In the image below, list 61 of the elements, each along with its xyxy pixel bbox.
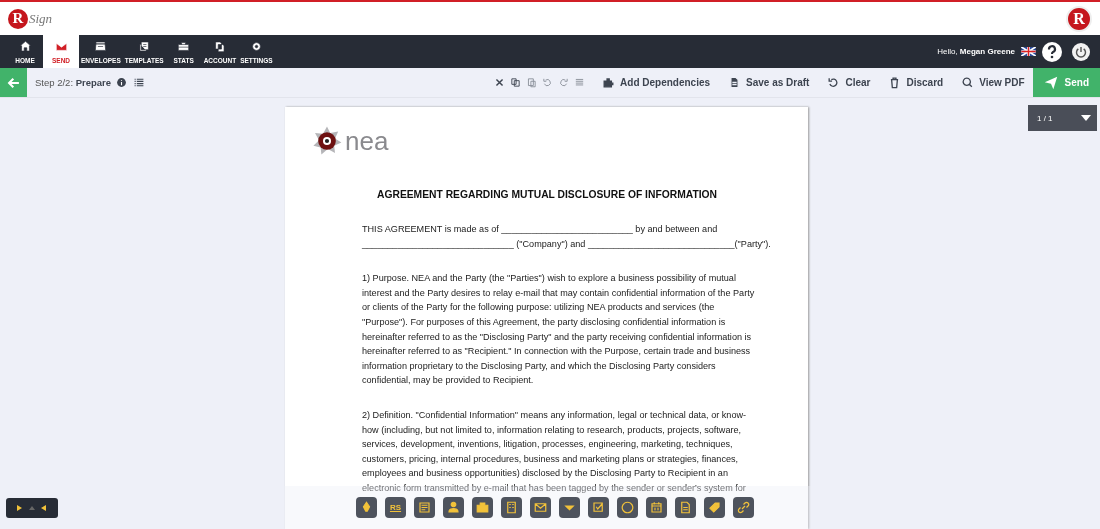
- document-paragraph: 1) Purpose. NEA and the Party (the "Parties") wish to explore a business possibility of mutual interest and the Party desires to relay e-mail that may contain confidential information of the Party or clients of the Party for the following purpose: utilizing NEA products and services (the "Purpose"). For purposes of this Agreement, the party disclosing confidential information is hereinafter referred to as the "Disclosing Party" and the party receiving confidential information is hereinafter referred to as "Recipient." In connection with the Purpose, certain trade and business information proprietary to the Disclosing Party, and which the Disclosing Party considers confidential, may be provided to Recipient.: [362, 272, 756, 388]
- stamp-card-tool[interactable]: [414, 497, 435, 518]
- initials-tool[interactable]: RS: [385, 497, 406, 518]
- copy-icon[interactable]: [510, 77, 522, 88]
- inbox-icon: [94, 39, 108, 53]
- copy-icon: [213, 39, 227, 53]
- gear-logo-icon: [311, 125, 343, 157]
- mail-tool[interactable]: [530, 497, 551, 518]
- rsign-logo: R Sign: [8, 8, 53, 29]
- document-title: AGREEMENT REGARDING MUTUAL DISCLOSURE OF INFORMATION: [377, 189, 718, 200]
- arrow-left-icon: [6, 75, 21, 90]
- file-icon: [678, 500, 693, 515]
- home-icon: [18, 39, 32, 53]
- briefcase-tool[interactable]: [472, 497, 493, 518]
- calendar-tool[interactable]: [646, 497, 667, 518]
- info-icon[interactable]: [116, 77, 128, 88]
- step-label: Step 2/2: Prepare: [35, 77, 112, 88]
- dropdown-tool[interactable]: [559, 497, 580, 518]
- building-icon: [504, 500, 519, 515]
- checkbox-icon: [591, 500, 606, 515]
- mail-icon: [533, 500, 548, 515]
- help-icon[interactable]: [1042, 41, 1062, 62]
- link-tool[interactable]: [733, 497, 754, 518]
- toolbar-button[interactable]: Discard: [882, 76, 950, 89]
- back-button[interactable]: [0, 68, 27, 97]
- document-paragraph: THIS AGREEMENT is made as of __________________________ by and between and ______________________________ ("Company") and _____________________________("Party").: [362, 223, 772, 251]
- building-tool[interactable]: [501, 497, 522, 518]
- page-selector[interactable]: 1 / 1: [1028, 105, 1097, 131]
- tag-tool[interactable]: [704, 497, 725, 518]
- toolbar-button[interactable]: Add Dependencies: [596, 76, 717, 89]
- document-paragraph: 2) Definition. "Confidential Information" means any information, legal or technical data, or know- how (including, but not limited to, information relating to research, products, projects, software, services, development, inventions, litigation, processes, engineering, marketing, techniques, customers, pricing, internal procedures, business and marketing plans or strategies, finances, employees and business opportunities) disclosed by the Disclosing Party to Recipient in an electronic form transmitted by e-mail that has been tagged by the sender or sender's system for: [362, 408, 748, 495]
- toolbar-button[interactable]: Clear: [821, 76, 877, 89]
- toolbar-button[interactable]: Save as Draft: [722, 76, 816, 89]
- person-icon: [446, 500, 461, 515]
- search-icon: [961, 76, 975, 89]
- toolbar-button[interactable]: View PDF: [955, 76, 1031, 89]
- briefcase-icon: [177, 39, 191, 53]
- paper-plane-icon: [1043, 75, 1058, 90]
- checkbox-tool[interactable]: [588, 497, 609, 518]
- radio-icon: [620, 500, 635, 515]
- pen-tool[interactable]: [356, 497, 377, 518]
- arrow-controls[interactable]: [6, 498, 58, 518]
- flag-icon[interactable]: [1021, 47, 1036, 56]
- caret-icon: [1081, 115, 1091, 121]
- radio-tool[interactable]: [617, 497, 638, 518]
- briefcase-icon: [475, 500, 490, 515]
- file-tool[interactable]: [675, 497, 696, 518]
- company-wordmark: nea: [345, 125, 389, 157]
- list-icon[interactable]: [133, 77, 146, 88]
- paste-icon[interactable]: [526, 77, 538, 88]
- brand-badge: R: [1066, 5, 1092, 32]
- stamp-card-icon: [417, 500, 432, 515]
- greeting-text: Hello, Megan Greene: [937, 47, 1015, 56]
- close-icon[interactable]: [494, 77, 506, 88]
- person-tool[interactable]: [443, 497, 464, 518]
- puzzle-icon: [602, 76, 616, 89]
- docs-icon: [137, 39, 151, 53]
- power-icon[interactable]: [1072, 42, 1090, 61]
- calendar-icon: [649, 500, 664, 515]
- link-icon: [736, 500, 751, 515]
- tag-icon: [707, 500, 722, 515]
